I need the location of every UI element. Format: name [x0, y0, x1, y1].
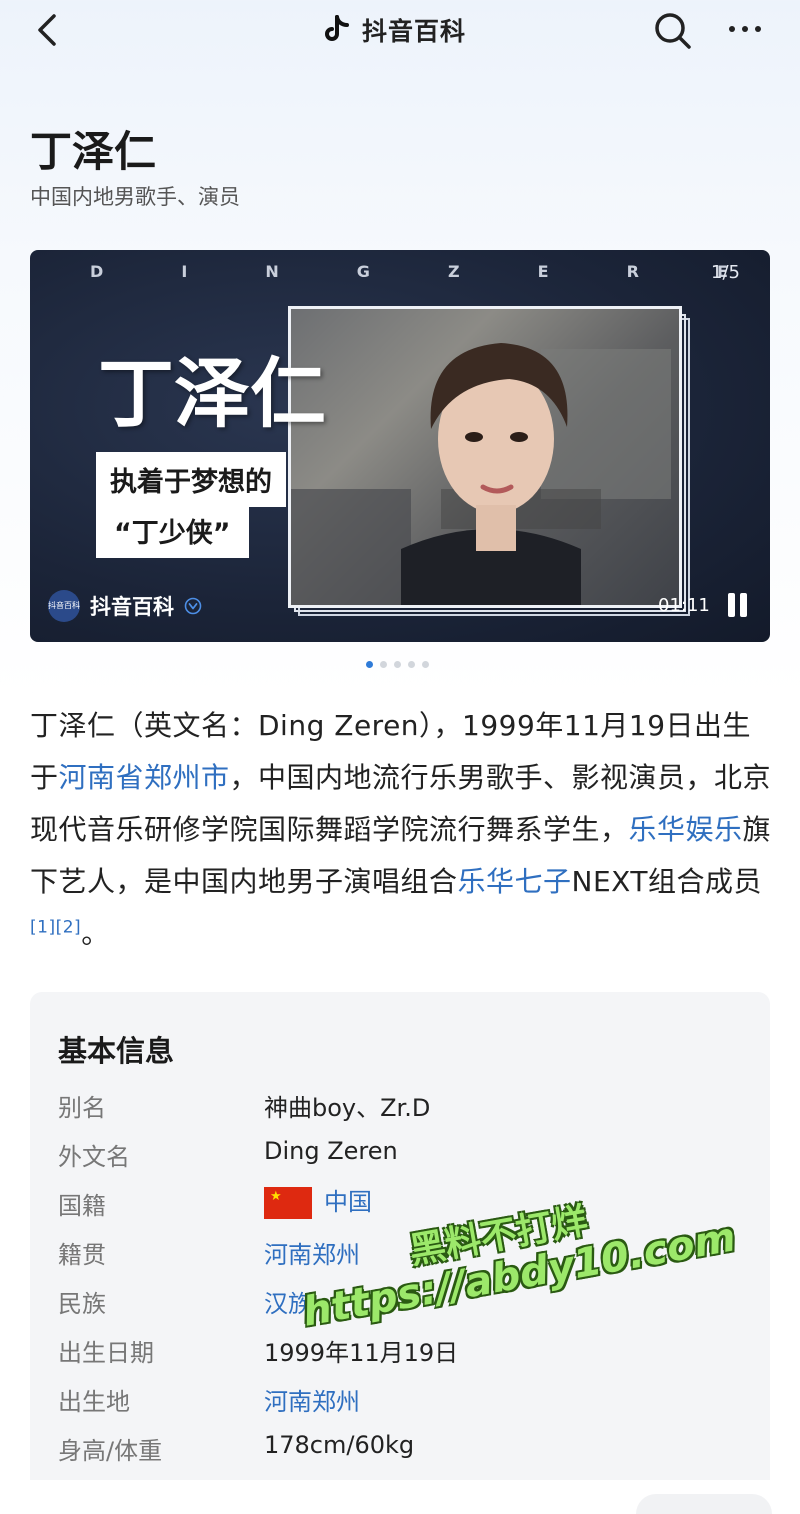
pause-button[interactable]: [726, 593, 750, 619]
carousel-indicator: [366, 661, 429, 668]
search-button[interactable]: [650, 8, 694, 52]
info-label: 民族: [58, 1290, 106, 1318]
info-row-alias: 别名 神曲boy、Zr.D: [58, 1088, 738, 1124]
verified-icon: [184, 597, 202, 615]
video-brand: 抖音百科 抖音百科: [48, 590, 202, 622]
link-agency[interactable]: 乐华娱乐: [629, 813, 743, 846]
video-page-counter: 1/5: [711, 262, 740, 283]
more-button[interactable]: [724, 12, 768, 46]
info-value-nationality[interactable]: ★ 中国: [264, 1182, 372, 1219]
intro-paragraph: 丁泽仁（英文名：Ding Zeren），1999年11月19日出生于河南省郑州市…: [30, 700, 775, 960]
back-button[interactable]: [30, 8, 70, 52]
video-title: 丁泽仁: [98, 349, 326, 438]
video-letter: D: [90, 262, 106, 281]
video-letter: E: [537, 262, 551, 281]
video-letters: D I N G Z E R E: [90, 262, 730, 281]
video-letter: R: [626, 262, 641, 281]
reference-2[interactable]: [2]: [56, 918, 82, 938]
portrait-photo: [288, 306, 682, 608]
china-flag-icon: ★: [264, 1187, 312, 1219]
info-label: 别名: [58, 1094, 106, 1122]
video-letter: G: [356, 262, 372, 281]
brand: 抖音百科: [320, 10, 466, 50]
info-value: 1999年11月19日: [264, 1339, 459, 1367]
baike-logo-icon: 抖音百科: [48, 590, 80, 622]
info-label: 外文名: [58, 1143, 130, 1171]
carousel-dot[interactable]: [366, 661, 373, 668]
info-row-foreign-name: 外文名 Ding Zeren: [58, 1137, 738, 1173]
video-letter: I: [181, 262, 190, 281]
chevron-left-icon: [38, 14, 56, 46]
carousel-dot[interactable]: [422, 661, 429, 668]
info-row-height-weight: 身高/体重 178cm/60kg: [58, 1431, 738, 1467]
reference-1[interactable]: [1]: [30, 918, 56, 938]
pause-icon-bar: [728, 593, 735, 617]
info-row-birthdate: 出生日期 1999年11月19日: [58, 1333, 738, 1369]
info-label: 身高/体重: [58, 1437, 163, 1465]
video-brand-text: 抖音百科: [90, 595, 174, 619]
basic-info-title: 基本信息: [58, 1034, 175, 1068]
info-row-birthplace: 出生地 河南郑州: [58, 1382, 738, 1418]
info-label: 出生日期: [58, 1339, 154, 1367]
link-birthplace-info[interactable]: 河南郑州: [264, 1382, 360, 1417]
video-time: 01:11: [658, 595, 710, 616]
link-birthplace[interactable]: 河南省郑州市: [59, 761, 230, 794]
page-title: 丁泽仁: [30, 127, 157, 176]
brand-text: 抖音百科: [362, 17, 467, 46]
info-label: 籍贯: [58, 1241, 106, 1269]
info-value: Ding Zeren: [264, 1137, 398, 1165]
link-hometown[interactable]: 河南郑州: [264, 1235, 360, 1270]
video-tagline-2: “丁少侠”: [96, 503, 249, 558]
info-label: 国籍: [58, 1192, 106, 1220]
more-horizontal-icon: [729, 26, 761, 32]
info-value: 178cm/60kg: [264, 1431, 415, 1459]
intro-text: 。: [81, 917, 110, 950]
link-nationality[interactable]: 中国: [324, 1188, 372, 1216]
carousel-dot[interactable]: [394, 661, 401, 668]
search-icon: [655, 13, 691, 49]
page-subtitle: 中国内地男歌手、演员: [30, 185, 240, 209]
info-label: 出生地: [58, 1388, 130, 1416]
info-row-nationality: 国籍 ★ 中国: [58, 1186, 738, 1222]
douyin-note-icon: [325, 15, 349, 41]
carousel-dot[interactable]: [380, 661, 387, 668]
video-letter: N: [265, 262, 281, 281]
link-group[interactable]: 乐华七子: [458, 865, 572, 898]
top-bar: 抖音百科: [0, 0, 800, 62]
video-player[interactable]: D I N G Z E R E 1/5 丁泽仁 执着于梦想的 “丁少侠” 抖音百…: [30, 250, 770, 642]
carousel-dot[interactable]: [408, 661, 415, 668]
section-action-button[interactable]: [636, 1494, 772, 1514]
intro-text: NEXT组合成员: [571, 865, 762, 898]
info-value: 神曲boy、Zr.D: [264, 1094, 431, 1122]
portrait-illustration: [291, 343, 671, 605]
video-letter: Z: [447, 262, 462, 281]
video-tagline-1: 执着于梦想的: [96, 452, 286, 507]
pause-icon-bar: [740, 593, 747, 617]
